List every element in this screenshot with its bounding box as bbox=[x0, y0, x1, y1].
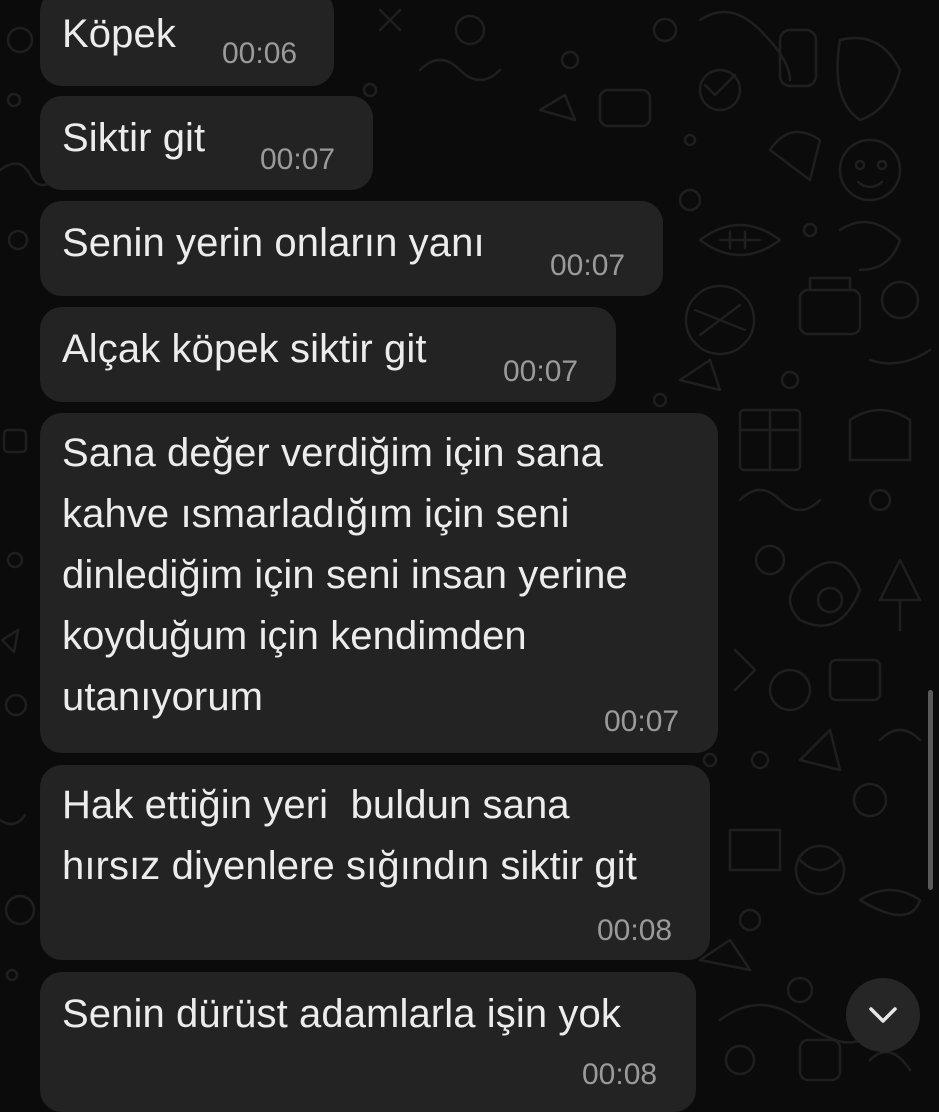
message-time: 00:07 bbox=[260, 143, 336, 176]
message-bubble[interactable]: Sana değer verdiğim için sana kahve ısma… bbox=[40, 413, 718, 753]
message-time: 00:07 bbox=[550, 249, 626, 282]
chevron-down-icon bbox=[869, 1007, 897, 1023]
message-text: Sana değer verdiğim için sana kahve ısma… bbox=[62, 431, 628, 719]
scroll-to-bottom-button[interactable] bbox=[846, 978, 920, 1052]
message-bubble[interactable]: Senin yerin onların yanı 00:07 bbox=[40, 201, 663, 296]
message-text: Alçak köpek siktir git bbox=[62, 327, 427, 371]
message-time: 00:08 bbox=[597, 914, 673, 947]
message-time: 00:07 bbox=[503, 355, 579, 388]
message-bubble[interactable]: Köpek 00:06 bbox=[40, 0, 334, 86]
message-bubble[interactable]: Siktir git 00:07 bbox=[40, 96, 373, 190]
message-text: Köpek bbox=[62, 12, 176, 56]
message-time: 00:06 bbox=[222, 37, 298, 70]
message-text: Senin yerin onların yanı bbox=[62, 221, 485, 265]
message-time: 00:07 bbox=[604, 705, 680, 738]
scrollbar[interactable] bbox=[928, 690, 933, 890]
message-list[interactable]: Köpek 00:06 Siktir git 00:07 Senin yerin… bbox=[0, 0, 939, 1112]
message-bubble[interactable]: Alçak köpek siktir git 00:07 bbox=[40, 307, 616, 402]
message-time: 00:08 bbox=[582, 1058, 658, 1091]
message-bubble[interactable]: Hak ettiğin yeri buldun sana hırsız diye… bbox=[40, 765, 710, 960]
message-text: Siktir git bbox=[62, 116, 206, 160]
message-bubble[interactable]: Senin dürüst adamlarla işin yok 00:08 bbox=[40, 972, 696, 1112]
message-text: Hak ettiğin yeri buldun sana hırsız diye… bbox=[62, 783, 637, 888]
message-text: Senin dürüst adamlarla işin yok bbox=[62, 992, 621, 1036]
